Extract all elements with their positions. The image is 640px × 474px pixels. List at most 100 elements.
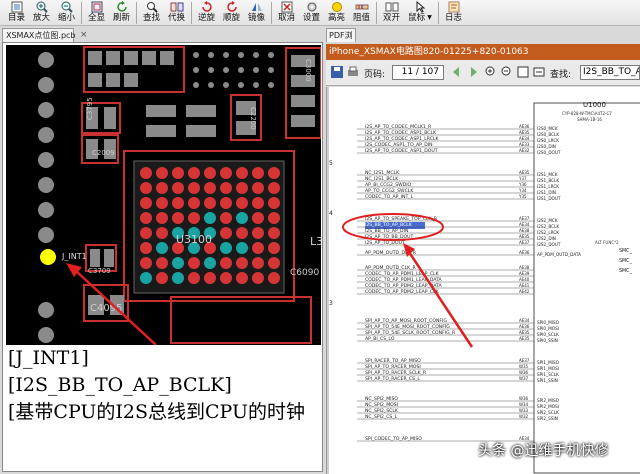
toolbar-button-rotate-ccw[interactable]: 逆旋	[194, 0, 219, 25]
signal-name[interactable]: SPI_AP_TO_RACER_MOSI	[365, 364, 421, 370]
zoom-out-icon[interactable]	[500, 65, 514, 79]
toolbar-button-replace[interactable]: 代换	[164, 0, 189, 25]
bga-ball[interactable]	[204, 257, 216, 269]
prev-page-icon[interactable]	[450, 65, 464, 79]
bga-ball[interactable]	[140, 167, 152, 179]
bga-ball[interactable]	[204, 167, 216, 179]
toolbar-button-dual-open[interactable]: 双开	[379, 0, 404, 25]
bga-ball[interactable]	[204, 212, 216, 224]
bga-ball[interactable]	[268, 212, 280, 224]
fit-page-icon[interactable]	[516, 65, 530, 79]
signal-name[interactable]: AP_BI_CS_LO	[365, 336, 395, 342]
signal-name[interactable]: AP_BI_CCG2_SWDIO	[365, 182, 412, 188]
bga-ball[interactable]	[252, 257, 264, 269]
signal-name[interactable]: SPI_AP_TO_54E_SCLK_ROOT_CONFIG_R	[365, 330, 456, 336]
bga-ball[interactable]	[188, 212, 200, 224]
toolbar-button-rotate-cw[interactable]: 顺旋	[219, 0, 244, 25]
bga-ball[interactable]	[140, 272, 152, 284]
bga-ball[interactable]	[156, 272, 168, 284]
bga-ball[interactable]	[236, 197, 248, 209]
bga-ball[interactable]	[156, 182, 168, 194]
signal-name[interactable]: SPI_RACER_TO_AP_MISO	[365, 358, 421, 364]
signal-name[interactable]: AP_TO_CCG2_SWCLK	[365, 188, 414, 194]
page-input[interactable]: 11 / 107	[392, 65, 444, 80]
bga-ball[interactable]	[220, 227, 232, 239]
bga-ball[interactable]	[188, 182, 200, 194]
signal-name[interactable]: CODEC_TO_AP_PDM2_LEAP_CLK	[365, 289, 440, 295]
bga-ball[interactable]	[268, 242, 280, 254]
bga-ball[interactable]	[156, 197, 168, 209]
signal-name[interactable]: AP_PDM_OUTD_CLK_R	[365, 265, 416, 271]
bga-ball[interactable]	[188, 257, 200, 269]
print-icon[interactable]	[346, 65, 360, 79]
toolbar-button-refresh[interactable]: 刷新	[109, 0, 134, 25]
bga-ball[interactable]	[252, 242, 264, 254]
bga-ball[interactable]	[156, 257, 168, 269]
bga-ball[interactable]	[268, 197, 280, 209]
bga-ball[interactable]	[188, 197, 200, 209]
bga-ball[interactable]	[140, 197, 152, 209]
signal-name[interactable]: I2S_CODEC_ASP1_TO_AP_DIN	[365, 142, 433, 148]
bga-ball[interactable]	[140, 257, 152, 269]
bga-ball[interactable]	[172, 167, 184, 179]
signal-name[interactable]: NC_SPI2_MISO	[365, 396, 398, 402]
bga-ball[interactable]	[172, 182, 184, 194]
next-page-icon[interactable]	[466, 65, 480, 79]
bga-ball[interactable]	[188, 272, 200, 284]
bga-ball[interactable]	[236, 242, 248, 254]
close-icon[interactable]: ×	[80, 30, 88, 40]
bga-ball[interactable]	[204, 182, 216, 194]
bga-ball[interactable]	[220, 257, 232, 269]
signal-name[interactable]: SPI_AP_TO_RACER_SCLK_R	[365, 370, 427, 376]
bga-ball[interactable]	[220, 182, 232, 194]
bga-ball[interactable]	[268, 182, 280, 194]
signal-name[interactable]: NC_SPI2_MOSI	[365, 402, 398, 408]
signal-name[interactable]: NC_I2S1_BCLK	[365, 176, 399, 182]
tab-pdf-viewer[interactable]: PDF浏览	[326, 28, 356, 53]
signal-name[interactable]: SPI_AP_TO_54E_MOSI_ROOT_CONFIG	[365, 324, 450, 330]
toolbar-button-find[interactable]: 查找	[139, 0, 164, 25]
signal-name[interactable]: I2S_BB_TO_AP_BCLK	[365, 222, 413, 228]
bga-ball[interactable]	[220, 212, 232, 224]
signal-name[interactable]: I2S_AP_TO_CODEC_ASP1_LRCLK	[365, 136, 440, 142]
bga-ball[interactable]	[156, 227, 168, 239]
signal-name[interactable]: CODEC_TO_AP_PDM1_LEAP_CLK	[365, 271, 440, 277]
zoom-in-icon[interactable]	[484, 65, 498, 79]
signal-name[interactable]: I2S_AP_TO_CODEC_ASP1_DOUT	[365, 148, 438, 154]
toolbar-button-fit-all[interactable]: 全显	[84, 0, 109, 25]
bga-ball[interactable]	[156, 212, 168, 224]
bga-ball[interactable]	[172, 257, 184, 269]
toolbar-button-highlight[interactable]: 高亮	[324, 0, 349, 25]
signal-name[interactable]: I2S_BB_TO_AP_DIN	[365, 228, 408, 234]
signal-name[interactable]: NC_SPI2_SCLK	[365, 408, 399, 414]
bga-ball[interactable]	[236, 227, 248, 239]
fit-width-icon[interactable]	[532, 65, 546, 79]
toolbar-button-log[interactable]: 日志	[441, 0, 466, 25]
toolbar-button-resistance[interactable]: 阻值	[349, 0, 374, 25]
bga-ball[interactable]	[220, 272, 232, 284]
bga-ball[interactable]	[236, 212, 248, 224]
bga-ball[interactable]	[252, 227, 264, 239]
bga-ball[interactable]	[236, 257, 248, 269]
bga-ball[interactable]	[140, 212, 152, 224]
highlighted-pad[interactable]	[40, 249, 56, 265]
bga-ball[interactable]	[268, 167, 280, 179]
signal-name[interactable]: SPI_AP_TO_AP_MOSI_ROOT_CONFIG	[365, 318, 447, 324]
toolbar-button-zoom-out[interactable]: 缩小	[54, 0, 79, 25]
signal-name[interactable]: NC_I2S1_MCLK	[365, 170, 400, 176]
save-icon[interactable]	[330, 65, 344, 79]
bga-ball[interactable]	[220, 242, 232, 254]
bga-ball[interactable]	[188, 167, 200, 179]
bga-ball[interactable]	[140, 182, 152, 194]
bga-ball[interactable]	[204, 197, 216, 209]
toolbar-button-cancel[interactable]: 取消	[274, 0, 299, 25]
bga-ball[interactable]	[156, 167, 168, 179]
bga-ball[interactable]	[172, 212, 184, 224]
toolbar-button-mouse[interactable]: 鼠标 ▼	[404, 0, 436, 25]
bga-ball[interactable]	[268, 257, 280, 269]
signal-name[interactable]: CODEC_TO_AP_INT_L	[365, 194, 414, 200]
signal-name[interactable]: SPI_CODEC_TO_AP_MISO	[365, 436, 422, 442]
bga-ball[interactable]	[220, 167, 232, 179]
bga-ball[interactable]	[220, 197, 232, 209]
signal-name[interactable]: I2S_AP_TO_CODEC_MCLK1_R	[365, 124, 432, 130]
